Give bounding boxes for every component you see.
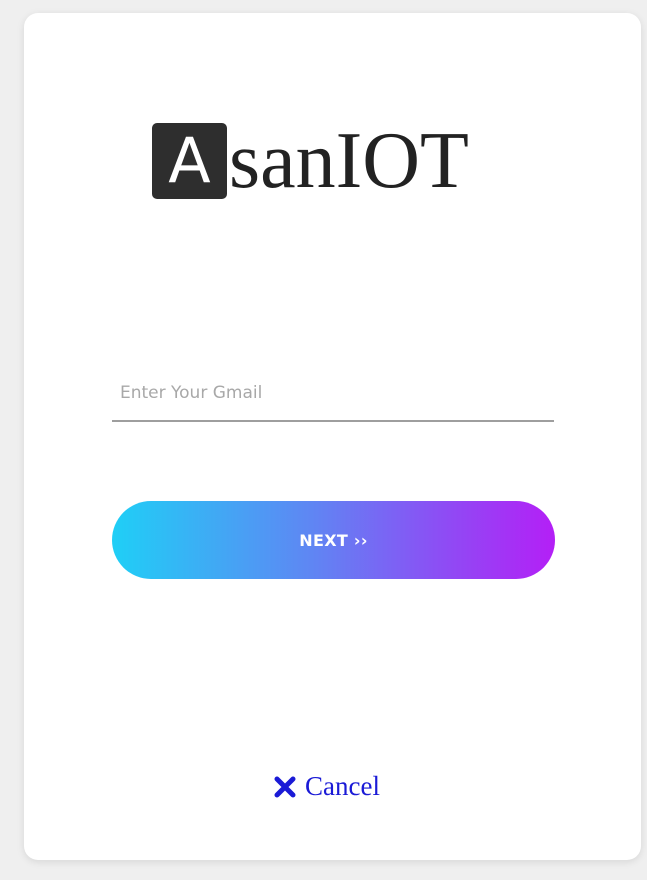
app-logo: A sanIOT: [152, 116, 469, 206]
email-input[interactable]: [112, 368, 554, 418]
cancel-label: Cancel: [305, 771, 380, 801]
cancel-link[interactable]: Cancel: [274, 771, 380, 802]
close-icon: [274, 776, 296, 797]
logo-text: sanIOT: [229, 117, 469, 205]
email-field-wrapper: [112, 368, 554, 422]
login-card: A sanIOT NEXT ›› Cancel: [24, 13, 641, 860]
next-button[interactable]: NEXT ››: [112, 501, 555, 579]
logo-initial-box: A: [152, 123, 227, 199]
